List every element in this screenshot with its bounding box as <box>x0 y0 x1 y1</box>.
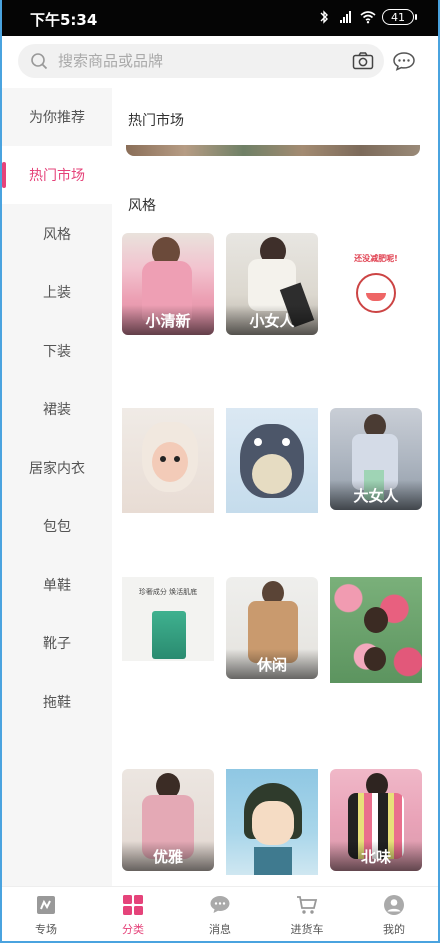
section-title-hot-market: 热门市场 <box>128 113 184 129</box>
tile-caption: 休闲 <box>226 649 318 679</box>
nav-label: 消息 <box>209 923 231 936</box>
app-screen: 下午5:34 41 为你推荐 热门市场 风格 上装 下装 裙装 居家内衣 包包 … <box>0 0 440 943</box>
style-tile-baby[interactable] <box>122 408 214 513</box>
nav-label: 分类 <box>122 923 144 936</box>
search-header <box>2 36 438 88</box>
search-icon <box>31 53 48 70</box>
sidebar-item-recommend[interactable]: 为你推荐 <box>2 88 112 146</box>
nav-label: 专场 <box>35 923 57 936</box>
style-tile-meme[interactable]: 还没减肥呢! <box>330 233 422 335</box>
camera-icon[interactable] <box>352 51 374 71</box>
search-input[interactable] <box>58 50 338 72</box>
status-icons: 41 <box>316 9 417 25</box>
nav-item-special[interactable]: 专场 <box>16 893 76 937</box>
nav-item-cart[interactable]: 进货车 <box>277 893 337 937</box>
status-bar: 下午5:34 41 <box>2 0 438 36</box>
tile-caption: 优雅 <box>122 841 214 871</box>
style-tile-skincare[interactable]: 珍奢成分 焕活肌底 <box>122 577 214 661</box>
tile-caption: 大女人 <box>330 480 422 510</box>
style-tile-totoro[interactable] <box>226 408 318 513</box>
sidebar-item-tops[interactable]: 上装 <box>2 263 112 321</box>
bluetooth-icon <box>320 10 328 24</box>
hot-market-banner[interactable] <box>126 145 420 156</box>
signal-icon <box>340 11 351 23</box>
style-tile-casual[interactable]: 休闲 <box>226 577 318 679</box>
nav-item-category[interactable]: 分类 <box>103 893 163 937</box>
style-tile-flowers[interactable] <box>330 577 422 683</box>
tile-overlay-text: 还没减肥呢! <box>354 254 398 263</box>
profile-icon <box>384 895 404 915</box>
sidebar-item-hot-market[interactable]: 热门市场 <box>2 146 112 204</box>
search-box[interactable] <box>18 44 384 78</box>
sidebar-item-bags[interactable]: 包包 <box>2 497 112 555</box>
tile-overlay-text: 珍奢成分 焕活肌底 <box>138 588 198 596</box>
status-time: 下午5:34 <box>30 11 98 29</box>
tile-caption: 小女人 <box>226 305 318 335</box>
style-tile-north[interactable]: 北味 <box>330 769 422 871</box>
category-icon <box>123 895 143 915</box>
style-tile-lady[interactable]: 小女人 <box>226 233 318 335</box>
section-title-style: 风格 <box>128 198 156 214</box>
style-tile-fresh[interactable]: 小清新 <box>122 233 214 335</box>
style-tile-woman[interactable]: 大女人 <box>330 408 422 510</box>
tile-caption: 北味 <box>330 841 422 871</box>
style-tile-anime[interactable] <box>226 769 318 875</box>
category-content: 热门市场 风格 小清新 小女人 还没减肥呢! 大女人 珍奢成分 焕活肌底 休闲 … <box>112 88 438 886</box>
sidebar-item-bottoms[interactable]: 下装 <box>2 322 112 380</box>
battery-icon: 41 <box>382 9 417 25</box>
sidebar-item-homewear[interactable]: 居家内衣 <box>2 439 112 497</box>
sidebar-item-slippers[interactable]: 拖鞋 <box>2 673 112 731</box>
tile-caption: 小清新 <box>122 305 214 335</box>
sidebar-item-boots[interactable]: 靴子 <box>2 614 112 672</box>
category-sidebar: 为你推荐 热门市场 风格 上装 下装 裙装 居家内衣 包包 单鞋 靴子 拖鞋 <box>2 88 112 886</box>
cart-icon <box>297 896 318 914</box>
special-icon <box>37 896 55 914</box>
message-bubble-icon[interactable] <box>392 51 416 71</box>
nav-item-profile[interactable]: 我的 <box>364 893 424 937</box>
sidebar-item-dresses[interactable]: 裙装 <box>2 380 112 438</box>
message-icon <box>210 896 230 913</box>
bottom-nav: 专场 分类 消息 进货车 我的 <box>2 886 438 941</box>
sidebar-item-style[interactable]: 风格 <box>2 205 112 263</box>
style-tile-elegant[interactable]: 优雅 <box>122 769 214 871</box>
nav-label: 进货车 <box>290 923 324 936</box>
wifi-icon <box>360 11 376 24</box>
nav-item-messages[interactable]: 消息 <box>190 893 250 937</box>
sidebar-item-shoes[interactable]: 单鞋 <box>2 556 112 614</box>
nav-label: 我的 <box>383 923 405 936</box>
